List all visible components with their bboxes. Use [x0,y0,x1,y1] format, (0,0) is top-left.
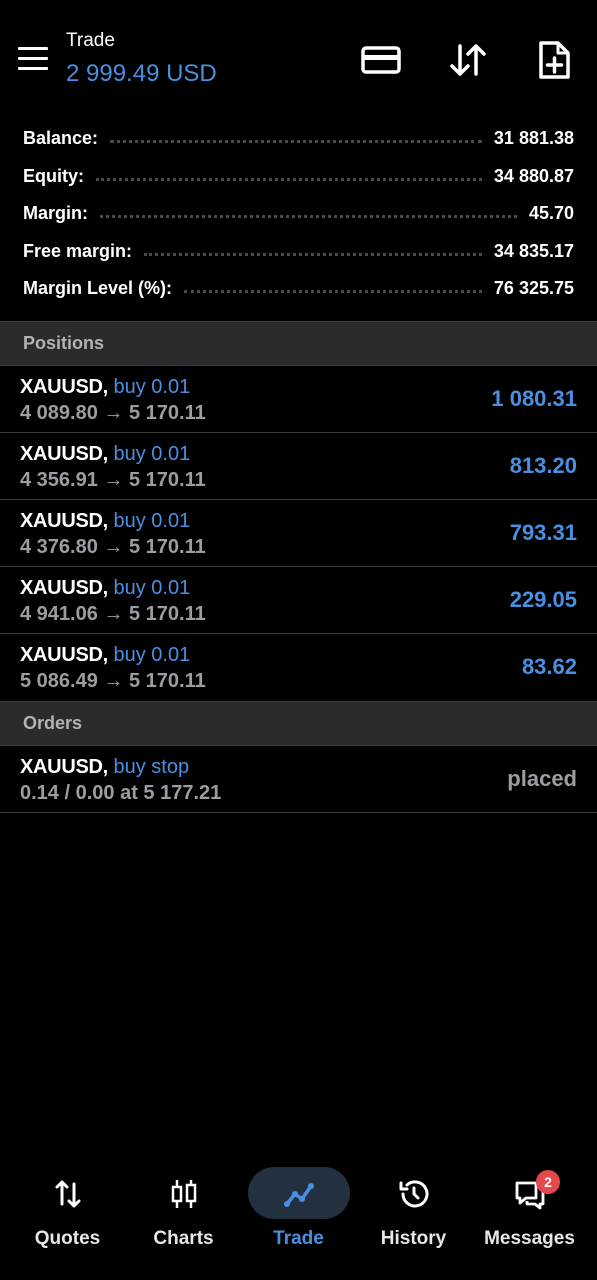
position-profit: 793.31 [509,520,577,545]
candlestick-chart-icon [171,1180,196,1208]
summary-row-balance: Balance: 31 881.38 [0,120,597,158]
position-symbol: XAUUSD, [20,443,108,465]
dotted-leader [184,290,482,294]
order-status: placed [507,766,577,791]
position-type: buy 0.01 [113,510,191,532]
summary-row-equity: Equity: 34 880.87 [0,158,597,196]
account-summary: Balance: 31 881.38 Equity: 34 880.87 Mar… [0,120,597,308]
position-profit: 83.62 [521,654,577,679]
position-type: buy 0.01 [113,443,191,465]
order-row[interactable]: XAUUSD, buy stop 0.14 / 0.00 at 5 177.21… [0,746,597,813]
notification-badge: 2 [536,1170,560,1194]
dotted-leader [110,140,482,144]
summary-label: Equity: [23,165,84,186]
position-row[interactable]: XAUUSD, buy 0.01 5 086.49 → 5 170.11 83.… [0,634,597,701]
nav-label: Quotes [34,1228,101,1249]
nav-label: History [380,1228,447,1249]
summary-value: 45.70 [528,203,574,224]
position-symbol: XAUUSD, [20,577,108,599]
nav-trade[interactable]: Trade [241,1164,356,1264]
history-clock-icon [399,1180,428,1208]
position-prices: 4 941.06 → 5 170.11 [20,603,206,625]
order-type: buy stop [113,756,190,778]
nav-label: Charts [153,1228,214,1249]
order-symbol: XAUUSD, [20,756,108,778]
summary-value: 34 835.17 [493,240,574,261]
nav-label: Trade [273,1228,324,1249]
position-row[interactable]: XAUUSD, buy 0.01 4 356.91 → 5 170.11 813… [0,433,597,500]
summary-value: 34 880.87 [493,165,574,186]
nav-messages[interactable]: 2 Messages [472,1164,587,1264]
position-type: buy 0.01 [113,376,191,398]
position-row[interactable]: XAUUSD, buy 0.01 4 376.80 → 5 170.11 793… [0,500,597,567]
position-prices: 4 089.80 → 5 170.11 [20,402,206,424]
credit-card-icon [361,46,401,74]
nav-charts[interactable]: Charts [126,1164,241,1264]
deposit-card-button[interactable] [359,38,403,82]
summary-row-free-margin: Free margin: 34 835.17 [0,233,597,271]
dotted-leader [96,177,482,181]
summary-label: Margin Level (%): [23,278,173,299]
new-order-button[interactable] [532,38,576,82]
position-prices: 5 086.49 → 5 170.11 [20,670,206,692]
nav-label: Messages [484,1228,575,1249]
position-prices: 4 376.80 → 5 170.11 [20,536,206,558]
dotted-leader [144,252,482,256]
nav-quotes[interactable]: Quotes [10,1164,125,1264]
summary-value: 76 325.75 [493,278,574,299]
page-title: Trade [66,30,115,51]
summary-label: Free margin: [23,240,133,261]
summary-label: Balance: [23,128,99,149]
summary-row-margin-level: Margin Level (%): 76 325.75 [0,270,597,308]
position-profit: 1 080.31 [491,386,577,411]
trade-trend-icon [283,1183,314,1207]
position-symbol: XAUUSD, [20,510,108,532]
sort-button[interactable] [446,38,490,82]
bottom-navigation: Quotes Charts Trade History 2 Messages [0,1150,597,1280]
menu-icon[interactable] [18,47,48,71]
quotes-arrows-icon [55,1180,80,1208]
add-document-icon [539,41,570,79]
account-balance: 2 999.49 USD [66,60,217,87]
position-row[interactable]: XAUUSD, buy 0.01 4 089.80 → 5 170.11 1 0… [0,366,597,433]
dotted-leader [100,215,517,219]
sort-arrows-icon [450,44,486,76]
summary-label: Margin: [23,203,88,224]
position-profit: 229.05 [509,587,577,612]
position-row[interactable]: XAUUSD, buy 0.01 4 941.06 → 5 170.11 229… [0,567,597,634]
order-details: 0.14 / 0.00 at 5 177.21 [20,782,222,804]
position-symbol: XAUUSD, [20,644,108,666]
summary-value: 31 881.38 [493,128,574,149]
positions-section-header[interactable]: Positions [0,321,597,366]
position-type: buy 0.01 [113,577,191,599]
position-symbol: XAUUSD, [20,376,108,398]
app-header: Trade 2 999.49 USD [0,0,597,110]
summary-row-margin: Margin: 45.70 [0,195,597,233]
position-profit: 813.20 [509,453,577,478]
orders-section-header[interactable]: Orders [0,701,597,746]
nav-history[interactable]: History [356,1164,471,1264]
position-type: buy 0.01 [113,644,191,666]
position-prices: 4 356.91 → 5 170.11 [20,469,206,491]
